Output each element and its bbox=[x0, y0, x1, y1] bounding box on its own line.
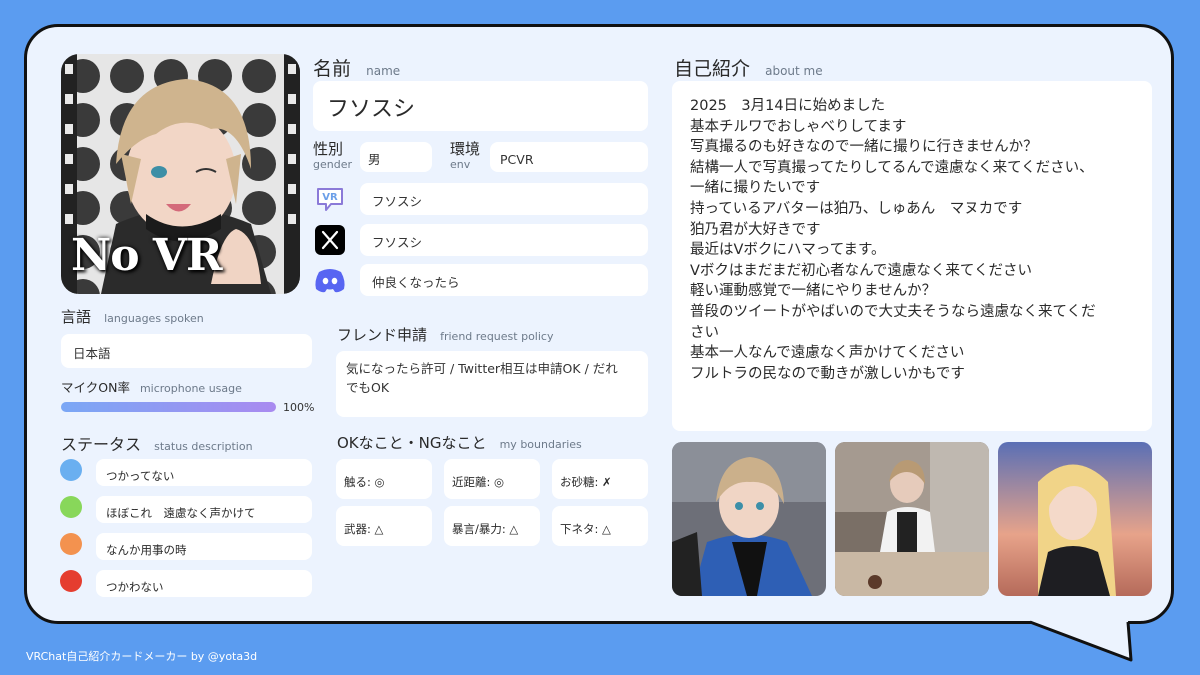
about-text-box: 2025 3月14日に始めました 基本チルワでおしゃべりしてます 写真撮るのも好… bbox=[672, 81, 1152, 431]
boundary-item-text: 武器: △ bbox=[344, 522, 384, 536]
status-dot-blue bbox=[60, 459, 82, 481]
boundary-item-text: 近距離: ◎ bbox=[452, 475, 505, 489]
about-line: 普段のツイートがやばいので大丈夫そうなら遠慮なく来てくだ bbox=[690, 303, 1096, 320]
x-value: フソスシ bbox=[372, 235, 423, 250]
avatar-photo: No VR bbox=[61, 54, 300, 294]
languages-value: 日本語 bbox=[73, 346, 111, 361]
languages-label-en: languages spoken bbox=[104, 312, 204, 325]
status-item-text: なんか用事の時 bbox=[106, 543, 187, 557]
mic-usage-fill bbox=[61, 402, 276, 412]
mic-label-jp: マイクON率 bbox=[61, 380, 130, 395]
gallery-photo-2 bbox=[835, 442, 989, 596]
gender-value: 男 bbox=[368, 152, 381, 167]
x-field: フソスシ bbox=[360, 224, 648, 256]
env-field: PCVR bbox=[490, 142, 648, 172]
status-heading: ステータス status description bbox=[61, 431, 253, 455]
status-dot-red bbox=[60, 570, 82, 592]
gallery-photo-3 bbox=[998, 442, 1152, 596]
about-label-en: about me bbox=[765, 64, 823, 78]
status-label-en: status description bbox=[154, 440, 253, 453]
about-line: Vボクはまだまだ初心者なんで遠慮なく来てください bbox=[690, 262, 1032, 279]
friend-heading: フレンド申請 friend request policy bbox=[337, 324, 553, 345]
status-dot-orange bbox=[60, 533, 82, 555]
friend-label-en: friend request policy bbox=[440, 330, 554, 343]
friend-value-line: でもOK bbox=[346, 380, 390, 395]
status-item: つかってない bbox=[96, 459, 312, 486]
name-label-en: name bbox=[366, 64, 401, 78]
svg-text:VR: VR bbox=[322, 192, 338, 203]
vrchat-value: フソスシ bbox=[372, 194, 423, 209]
mic-heading: マイクON率 microphone usage bbox=[61, 377, 242, 396]
boundary-item-text: 下ネタ: △ bbox=[560, 522, 611, 536]
about-line: 一緒に撮りたいです bbox=[690, 180, 821, 197]
boundary-item: 触る: ◎ bbox=[336, 459, 432, 499]
boundary-item-text: 触る: ◎ bbox=[344, 475, 385, 489]
status-item-text: ほぼこれ 遠慮なく声かけて bbox=[106, 506, 256, 520]
about-line: 基本一人なんで遠慮なく声かけてください bbox=[690, 345, 965, 362]
name-field: フソスシ bbox=[313, 81, 648, 131]
gender-field: 男 bbox=[360, 142, 432, 172]
friend-value-line: 気になったら許可 / Twitter相互は申請OK / だれ bbox=[346, 361, 618, 376]
name-label-jp: 名前 bbox=[313, 58, 352, 80]
about-line: 軽い運動感覚で一緒にやりませんか？ bbox=[690, 283, 937, 300]
boundary-item: 暴言/暴力: △ bbox=[444, 506, 540, 546]
avatar-overlay-text: No VR bbox=[71, 230, 223, 281]
discord-icon bbox=[313, 266, 347, 294]
footer-credit: VRChat自己紹介カードメーカー by @yota3d bbox=[26, 650, 258, 663]
status-item-text: つかってない bbox=[106, 469, 175, 483]
env-label-jp: 環境 bbox=[450, 140, 481, 158]
boundary-item: 近距離: ◎ bbox=[444, 459, 540, 499]
about-label-jp: 自己紹介 bbox=[674, 58, 751, 80]
about-line: 結構一人で写真撮ってたりしてるんで遠慮なく来てください、 bbox=[690, 159, 1094, 176]
boundary-item: 下ネタ: △ bbox=[552, 506, 648, 546]
mic-usage-percent: 100% bbox=[283, 401, 315, 414]
env-value: PCVR bbox=[500, 152, 534, 167]
friend-field: 気になったら許可 / Twitter相互は申請OK / だれ でもOK bbox=[336, 351, 648, 417]
name-value: フソスシ bbox=[327, 97, 416, 122]
about-line: 2025 3月14日に始めました bbox=[690, 98, 886, 114]
status-item: ほぼこれ 遠慮なく声かけて bbox=[96, 496, 312, 523]
mic-label-en: microphone usage bbox=[139, 382, 242, 395]
discord-value: 仲良くなったら bbox=[372, 275, 460, 290]
env-label-en: env bbox=[450, 158, 471, 171]
boundary-item: お砂糖: ✗ bbox=[552, 459, 648, 499]
boundaries-heading: OKなこと・NGなこと my boundaries bbox=[337, 432, 582, 453]
boundary-item-text: お砂糖: ✗ bbox=[560, 475, 612, 489]
boundary-item-text: 暴言/暴力: △ bbox=[452, 522, 519, 536]
about-line: 持っているアバターは狛乃、しゅあん マヌカです bbox=[690, 200, 1023, 217]
about-line: 基本チルワでおしゃべりしてます bbox=[690, 118, 907, 135]
languages-label-jp: 言語 bbox=[61, 308, 92, 326]
languages-field: 日本語 bbox=[61, 334, 312, 368]
name-heading: 名前 name bbox=[313, 54, 400, 81]
about-line: 最近はVボクにハマってます。 bbox=[690, 242, 886, 259]
env-heading: 環境 env bbox=[450, 141, 480, 173]
boundaries-label-jp: OKなこと・NGなこと bbox=[337, 434, 487, 452]
discord-field: 仲良くなったら bbox=[360, 264, 648, 296]
about-heading: 自己紹介 about me bbox=[674, 54, 823, 81]
about-line: フルトラの民なので動きが激しいかもです bbox=[690, 365, 965, 382]
vrchat-field: フソスシ bbox=[360, 183, 648, 215]
status-label-jp: ステータス bbox=[61, 435, 142, 454]
languages-heading: 言語 languages spoken bbox=[61, 306, 204, 327]
friend-label-jp: フレンド申請 bbox=[337, 326, 428, 344]
gallery-photo-1 bbox=[672, 442, 826, 596]
gender-label-en: gender bbox=[313, 158, 352, 171]
about-line: 狛乃君が大好きです bbox=[690, 221, 821, 238]
about-line: さい bbox=[690, 324, 719, 341]
boundaries-label-en: my boundaries bbox=[499, 438, 582, 451]
status-item-text: つかわない bbox=[106, 580, 164, 594]
mic-usage-bar bbox=[61, 402, 276, 412]
gender-label-jp: 性別 bbox=[313, 140, 344, 158]
status-dot-green bbox=[60, 496, 82, 518]
status-item: つかわない bbox=[96, 570, 312, 597]
gender-heading: 性別 gender bbox=[313, 141, 352, 173]
x-icon bbox=[315, 225, 345, 255]
vrchat-icon: VR bbox=[315, 184, 345, 214]
boundary-item: 武器: △ bbox=[336, 506, 432, 546]
about-line: 写真撮るのも好きなので一緒に撮りに行きませんか？ bbox=[690, 139, 1038, 156]
status-item: なんか用事の時 bbox=[96, 533, 312, 560]
